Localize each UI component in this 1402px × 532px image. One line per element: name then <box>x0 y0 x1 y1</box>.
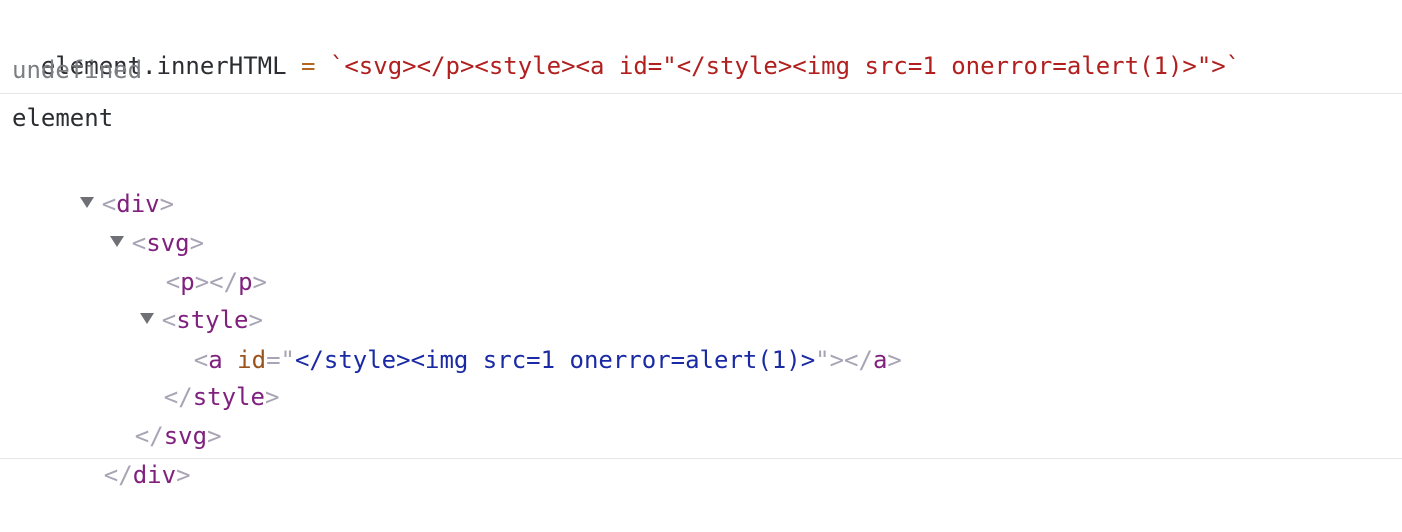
dom-node-div-open[interactable]: <div> <box>22 147 174 218</box>
dom-node-style-open[interactable]: <style> <box>82 263 263 334</box>
string-literal: `<svg></p><style><a id="</style><img src… <box>329 52 1241 80</box>
assignment-operator: = <box>301 52 316 80</box>
console-separator <box>0 93 1402 94</box>
bottom-separator <box>0 458 1402 459</box>
dom-node-a[interactable]: <a id="</style><img src=1 onerror=alert(… <box>136 303 902 374</box>
attribute-quote: " <box>280 346 295 374</box>
dom-node-svg-close[interactable]: </svg> <box>77 379 222 450</box>
dom-node-p[interactable]: <p></p> <box>108 225 267 296</box>
console-result: undefined <box>12 56 143 84</box>
dom-node-style-close[interactable]: </style> <box>106 340 280 411</box>
tag-name: a <box>872 346 888 374</box>
dom-node-div-close[interactable]: </div> <box>46 418 191 489</box>
console-input-line: element.innerHTML = `<svg></p><style><a … <box>12 9 1240 80</box>
dom-node-svg-open[interactable]: <svg> <box>52 186 204 257</box>
attribute-value: </style><img src=1 onerror=alert(1)> <box>294 346 816 374</box>
console-second-input: element <box>12 104 114 132</box>
tag-name: div <box>132 461 177 489</box>
attribute-quote: " <box>815 346 830 374</box>
